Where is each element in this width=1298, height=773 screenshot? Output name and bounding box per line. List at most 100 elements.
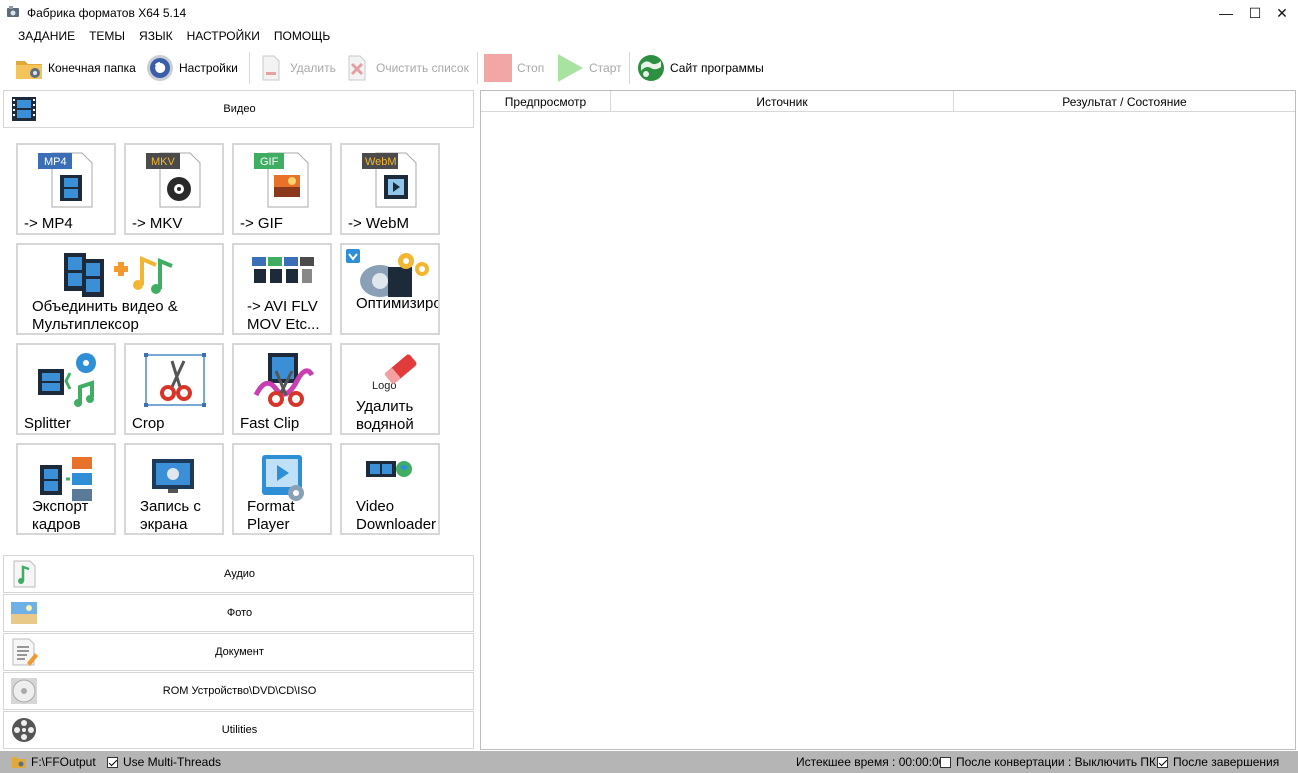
- start-button[interactable]: Старт: [555, 48, 622, 88]
- stop-icon: [483, 53, 513, 83]
- category-document-label: Документ: [215, 646, 264, 658]
- menu-help[interactable]: ПОМОЩЬ: [267, 26, 337, 46]
- tile-export-frames-label: Экспорт кадров: [32, 498, 89, 533]
- svg-text:WebM: WebM: [365, 156, 397, 168]
- menu-bar: ЗАДАНИЕ ТЕМЫ ЯЗЫК НАСТРОЙКИ ПОМОЩЬ: [0, 26, 1298, 46]
- output-folder-button[interactable]: Конечная папка: [14, 48, 136, 88]
- tile-fast-clip-label: Fast Clip: [240, 415, 300, 432]
- tile-splitter[interactable]: Splitter: [16, 343, 116, 435]
- gif-file-icon: GIF: [254, 152, 309, 208]
- output-path[interactable]: F:\FFOutput: [12, 755, 96, 769]
- column-preview[interactable]: Предпросмотр: [481, 91, 611, 112]
- svg-text:MP4: MP4: [44, 156, 67, 168]
- menu-settings[interactable]: НАСТРОЙКИ: [180, 26, 267, 46]
- tile-join-video-label: Объединить видео & Мультиплексор: [32, 298, 178, 333]
- status-bar: F:\FFOutput Use Multi-Threads Истекшее в…: [0, 751, 1298, 773]
- multithreads-check[interactable]: [107, 756, 118, 768]
- tile-to-mkv[interactable]: MKV -> MKV: [124, 143, 224, 235]
- fast-clip-icon: [253, 353, 314, 407]
- category-panel: Видео MP4 -> MP4 MKV -> MKV GIF -> GIF W…: [3, 90, 474, 750]
- tile-to-webm[interactable]: WebM -> WebM: [340, 143, 440, 235]
- menu-language[interactable]: ЯЗЫК: [132, 26, 180, 46]
- tile-remove-watermark-label: Удалить водяной: [356, 398, 414, 433]
- globe-icon: [636, 53, 666, 83]
- category-photo-label: Фото: [226, 607, 253, 619]
- crop-scissors-icon: [144, 353, 206, 407]
- clear-list-button[interactable]: Очистить список: [342, 48, 469, 88]
- svg-text:MKV: MKV: [151, 156, 176, 168]
- clear-list-label: Очистить список: [376, 61, 469, 75]
- toolbar-divider: [249, 52, 250, 84]
- category-rom-device[interactable]: ROM Устройство\DVD\CD\ISO: [3, 672, 474, 710]
- category-rom-label: ROM Устройство\DVD\CD\ISO: [162, 685, 317, 697]
- menu-themes[interactable]: ТЕМЫ: [82, 26, 132, 46]
- category-video[interactable]: Видео: [3, 90, 474, 128]
- video-tools-grid: MP4 -> MP4 MKV -> MKV GIF -> GIF WebM ->…: [3, 129, 474, 554]
- category-audio[interactable]: Аудио: [3, 555, 474, 593]
- elapsed-time-label: Истекшее время : 00:00:00: [796, 755, 946, 769]
- settings-button[interactable]: Настройки: [145, 48, 238, 88]
- category-audio-label: Аудио: [223, 568, 256, 580]
- tile-screen-record[interactable]: Запись с экрана: [124, 443, 224, 535]
- tile-to-mp4[interactable]: MP4 -> MP4: [16, 143, 116, 235]
- join-video-icon: [64, 253, 173, 297]
- category-document[interactable]: Документ: [3, 633, 474, 671]
- remove-label: Удалить: [290, 61, 336, 75]
- stop-label: Стоп: [517, 61, 545, 75]
- webm-file-icon: WebM: [362, 152, 417, 208]
- toolbar: Конечная папка Настройки Удалить Очистит…: [0, 48, 1298, 88]
- category-photo[interactable]: Фото: [3, 594, 474, 632]
- tile-to-mp4-label: -> MP4: [24, 215, 73, 232]
- after-finish-checkbox[interactable]: После завершения: [1157, 755, 1279, 769]
- website-label: Сайт программы: [670, 61, 764, 75]
- multithreads-checkbox[interactable]: Use Multi-Threads: [107, 755, 221, 769]
- elapsed-time: Истекшее время : 00:00:00: [796, 755, 945, 769]
- after-finish-label: После завершения: [1173, 755, 1280, 769]
- clear-list-icon: [342, 53, 372, 83]
- tile-optimize-label: Оптимизиро: [356, 295, 438, 312]
- tile-optimize[interactable]: Оптимизиро: [340, 243, 440, 335]
- tile-crop-label: Crop: [132, 415, 165, 432]
- toolbar-divider: [477, 52, 478, 84]
- tile-to-gif-label: -> GIF: [240, 215, 283, 232]
- shutdown-label: После конвертации : Выключить ПК: [956, 755, 1157, 769]
- play-icon: [555, 53, 585, 83]
- settings-label: Настройки: [179, 61, 238, 75]
- tile-format-player[interactable]: Format Player: [232, 443, 332, 535]
- after-finish-check[interactable]: [1157, 756, 1168, 768]
- tile-to-gif[interactable]: GIF -> GIF: [232, 143, 332, 235]
- tile-to-avi-label: -> AVI FLV MOV Etc...: [247, 298, 320, 333]
- tile-join-video[interactable]: Объединить видео & Мультиплексор: [16, 243, 224, 335]
- window-title: Фабрика форматов X64 5.14: [27, 6, 187, 20]
- tile-video-downloader-label: Video Downloader: [356, 498, 437, 533]
- close-button[interactable]: ✕: [1268, 0, 1296, 26]
- tile-fast-clip[interactable]: Fast Clip: [232, 343, 332, 435]
- column-result-status[interactable]: Результат / Состояние: [954, 91, 1295, 112]
- tile-crop[interactable]: Crop: [124, 343, 224, 435]
- task-list[interactable]: Предпросмотр Источник Результат / Состоя…: [480, 90, 1296, 750]
- optimize-icon: [346, 249, 429, 297]
- start-label: Старт: [589, 61, 622, 75]
- tile-video-downloader[interactable]: Video Downloader: [340, 443, 440, 535]
- category-video-label: Видео: [223, 103, 256, 115]
- maximize-button[interactable]: ☐: [1241, 0, 1269, 26]
- minimize-button[interactable]: —: [1212, 0, 1240, 26]
- category-utilities-label: Utilities: [221, 724, 258, 736]
- shutdown-checkbox[interactable]: После конвертации : Выключить ПК: [940, 755, 1156, 769]
- menu-task[interactable]: ЗАДАНИЕ: [11, 26, 82, 46]
- folder-icon: [14, 53, 44, 83]
- tile-splitter-label: Splitter: [24, 415, 71, 432]
- tile-remove-watermark[interactable]: Logo Удалить водяной: [340, 343, 440, 435]
- category-utilities[interactable]: Utilities: [3, 711, 474, 749]
- output-folder-label: Конечная папка: [48, 61, 136, 75]
- tile-export-frames[interactable]: Экспорт кадров: [16, 443, 116, 535]
- website-button[interactable]: Сайт программы: [636, 48, 764, 88]
- column-source[interactable]: Источник: [611, 91, 954, 112]
- remove-button[interactable]: Удалить: [256, 48, 336, 88]
- title-bar: Фабрика форматов X64 5.14 — ☐ ✕: [0, 0, 1298, 26]
- tile-format-player-label: Format Player: [247, 498, 295, 533]
- tile-to-avi-flv-mov[interactable]: -> AVI FLV MOV Etc...: [232, 243, 332, 335]
- stop-button[interactable]: Стоп: [483, 48, 544, 88]
- svg-text:GIF: GIF: [260, 156, 279, 168]
- shutdown-check[interactable]: [940, 756, 951, 768]
